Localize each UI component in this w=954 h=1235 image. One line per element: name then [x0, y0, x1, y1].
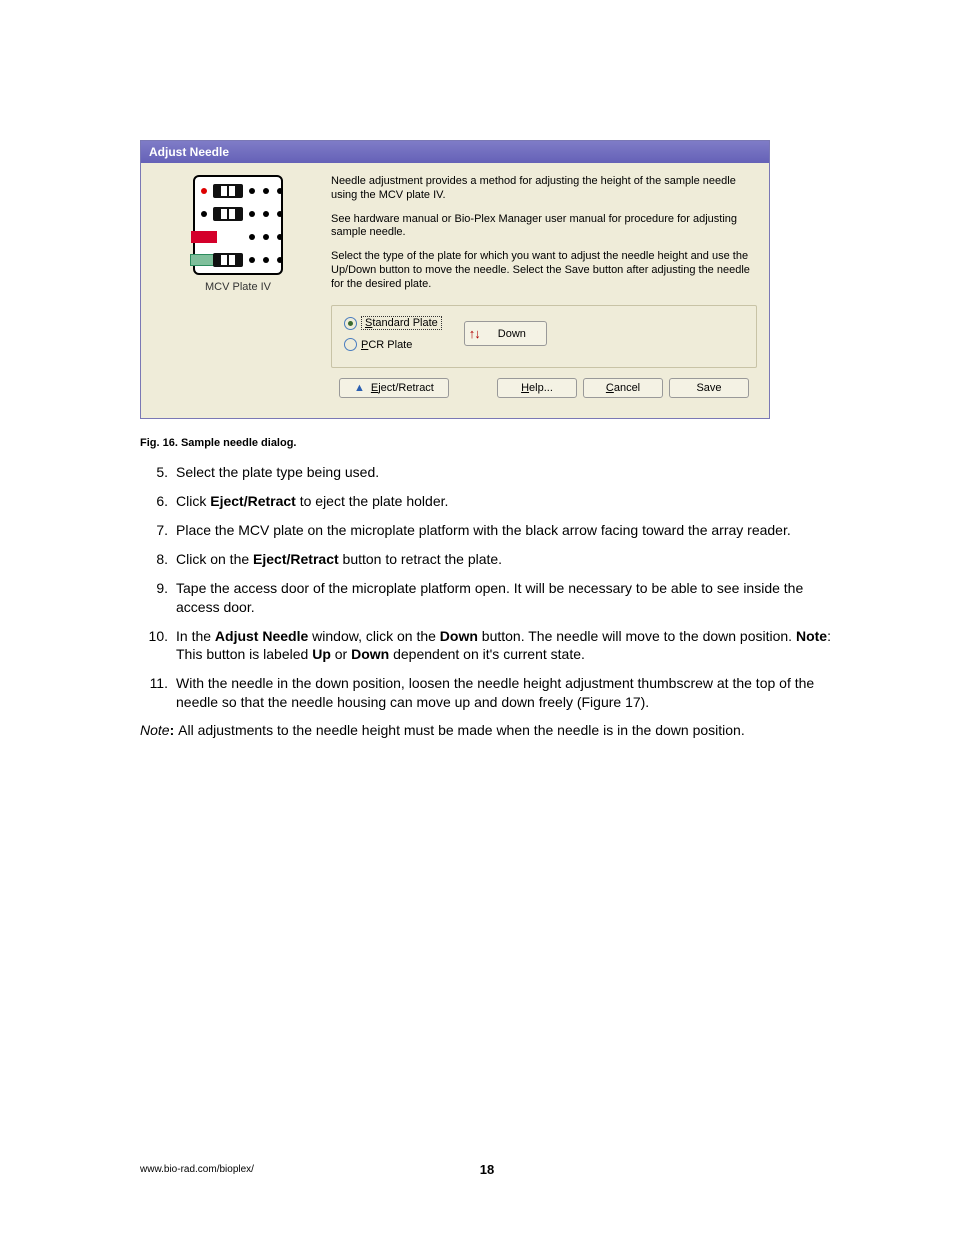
radio-pcr-plate[interactable]: PCR Plate: [344, 338, 442, 351]
mcv-plate-diagram: [193, 175, 283, 275]
radio-unselected-icon: [344, 338, 357, 351]
down-button-label: Down: [498, 328, 526, 340]
dialog-titlebar[interactable]: Adjust Needle: [141, 141, 769, 163]
figure-caption: Fig. 16. Sample needle dialog.: [140, 437, 834, 449]
step-5: 5. Select the plate type being used.: [140, 463, 834, 482]
eject-icon: ▲: [354, 382, 365, 394]
dialog-text-3: Select the type of the plate for which y…: [331, 250, 757, 291]
dialog-text-1: Needle adjustment provides a method for …: [331, 175, 757, 203]
down-button[interactable]: ↑↓ Down: [464, 321, 547, 346]
step-6: 6. Click Eject/Retract to eject the plat…: [140, 492, 834, 511]
plate-caption: MCV Plate IV: [153, 281, 323, 293]
step-10: 10. In the Adjust Needle window, click o…: [140, 627, 834, 665]
eject-retract-button[interactable]: ▲ Eject/Retract: [339, 378, 449, 398]
step-7: 7. Place the MCV plate on the microplate…: [140, 521, 834, 540]
save-button[interactable]: Save: [669, 378, 749, 398]
plate-type-group: Standard Plate PCR Plate ↑↓ Down: [331, 305, 757, 368]
note-paragraph: Note: All adjustments to the needle heig…: [140, 722, 834, 738]
footer-url: www.bio-rad.com/bioplex/: [140, 1164, 254, 1175]
step-11: 11. With the needle in the down position…: [140, 674, 834, 712]
cancel-button[interactable]: Cancel: [583, 378, 663, 398]
step-9: 9. Tape the access door of the microplat…: [140, 579, 834, 617]
up-down-arrows-icon: ↑↓: [469, 326, 480, 341]
step-8: 8. Click on the Eject/Retract button to …: [140, 550, 834, 569]
help-button[interactable]: Help...: [497, 378, 577, 398]
dialog-text-2: See hardware manual or Bio-Plex Manager …: [331, 213, 757, 241]
adjust-needle-dialog: Adjust Needle MCV Plate IV: [140, 140, 770, 419]
radio-standard-plate[interactable]: Standard Plate: [344, 316, 442, 330]
radio-selected-icon: [344, 317, 357, 330]
page-number: 18: [480, 1162, 494, 1177]
